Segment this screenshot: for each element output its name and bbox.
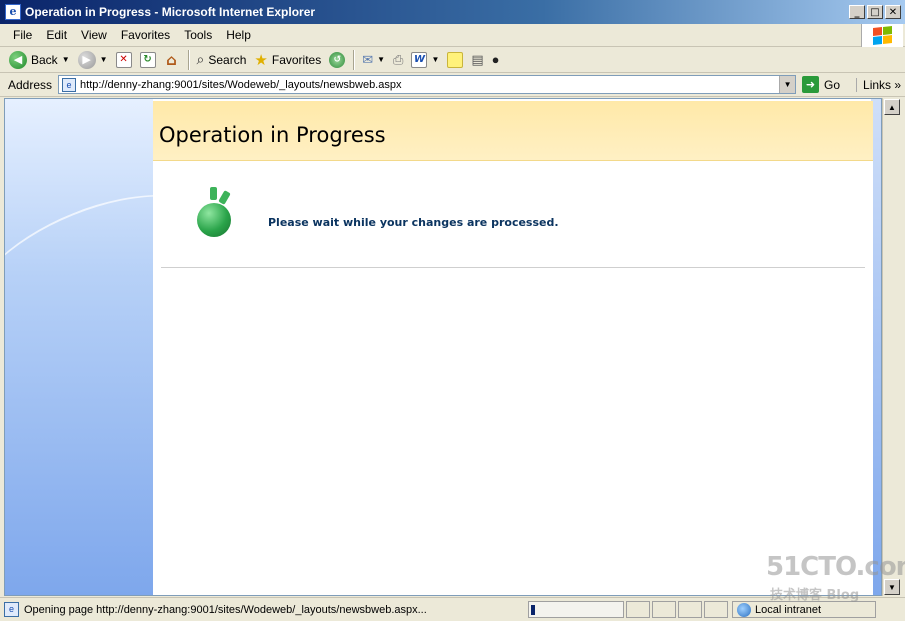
favorites-button[interactable]: ★ Favorites (251, 49, 324, 71)
mail-button[interactable]: ✉ ▼ (359, 50, 388, 70)
globe-icon (737, 602, 751, 617)
home-button[interactable]: ⌂ (161, 50, 183, 70)
progress-spinner-icon (193, 185, 237, 241)
mail-dropdown-icon[interactable]: ▼ (377, 55, 385, 64)
address-url[interactable]: http://denny-zhang:9001/sites/Wodeweb/_l… (80, 79, 401, 91)
go-arrow-icon: ➜ (802, 76, 820, 93)
window-title: Operation in Progress - Microsoft Intern… (25, 5, 316, 19)
menu-bar: File Edit View Favorites Tools Help (0, 24, 905, 47)
print-button[interactable]: ⎙ (390, 50, 406, 70)
status-progress-bar (528, 601, 624, 618)
mail-icon: ✉ (362, 51, 374, 67)
search-button[interactable]: ⌕ Search (194, 49, 250, 70)
toolbar-separator (187, 49, 189, 70)
print-icon: ⎙ (393, 51, 404, 67)
page-content: Please wait while your changes are proce… (153, 161, 873, 595)
stop-icon: ✕ (115, 51, 132, 68)
status-cell (704, 601, 728, 618)
history-icon: ↺ (329, 51, 346, 68)
home-icon: ⌂ (166, 50, 177, 69)
back-dropdown-icon[interactable]: ▼ (62, 55, 70, 64)
close-button[interactable]: ✕ (885, 5, 901, 19)
star-icon: ★ (254, 51, 268, 69)
edit-word-button[interactable]: W ▼ (408, 50, 442, 70)
stop-button[interactable]: ✕ (113, 50, 135, 70)
refresh-icon: ↻ (139, 51, 156, 68)
menu-help[interactable]: Help (219, 26, 258, 44)
history-button[interactable]: ↺ (326, 50, 348, 70)
address-input[interactable]: e http://denny-zhang:9001/sites/Wodeweb/… (58, 75, 797, 94)
scroll-up-button[interactable]: ▲ (884, 99, 900, 115)
address-label: Address (8, 77, 53, 92)
links-label: Links (863, 77, 892, 92)
research-button[interactable]: ▤ (468, 50, 486, 70)
refresh-button[interactable]: ↻ (137, 50, 159, 70)
favorites-label: Favorites (271, 52, 322, 67)
watermark-subtitle: 技术博客 Blog (770, 588, 860, 603)
menu-edit[interactable]: Edit (39, 26, 74, 44)
address-bar: Address e http://denny-zhang:9001/sites/… (0, 73, 905, 97)
forward-arrow-icon: ▶ (77, 50, 96, 69)
back-label: Back (31, 52, 58, 67)
status-text: Opening page http://denny-zhang:9001/sit… (24, 603, 427, 616)
security-zone[interactable]: Local intranet (732, 601, 876, 618)
menu-view[interactable]: View (74, 26, 114, 44)
left-decorative-panel (5, 99, 153, 595)
go-button[interactable]: ➜ Go (802, 76, 840, 93)
address-dropdown-icon[interactable]: ▼ (779, 76, 796, 93)
menu-file[interactable]: File (6, 26, 39, 44)
research-icon: ▤ (471, 51, 484, 67)
menu-tools[interactable]: Tools (177, 26, 219, 44)
vertical-scrollbar[interactable]: ▲ ▼ (882, 98, 900, 596)
ie-app-icon[interactable]: e (5, 4, 21, 20)
search-icon: ⌕ (196, 51, 205, 67)
word-icon: W (411, 51, 428, 68)
title-bar: e Operation in Progress - Microsoft Inte… (0, 0, 905, 24)
status-cell (626, 601, 650, 618)
minimize-button[interactable]: _ (849, 5, 865, 19)
content-divider (161, 267, 865, 268)
status-page-icon: e (4, 602, 19, 617)
back-button[interactable]: ◀ Back ▼ (6, 49, 73, 71)
back-arrow-icon: ◀ (9, 50, 27, 69)
search-label: Search (208, 52, 247, 67)
windows-logo-icon (861, 24, 903, 47)
page-viewport: Operation in Progress Please wait while … (4, 98, 882, 596)
zone-label: Local intranet (755, 603, 822, 616)
toolbar-separator (353, 49, 355, 70)
links-button[interactable]: Links » (856, 77, 901, 92)
penguin-icon: ● (491, 52, 500, 67)
page-icon: e (62, 77, 77, 92)
messenger-button[interactable]: ● (489, 50, 503, 69)
edit-dropdown-icon[interactable]: ▼ (431, 55, 439, 64)
go-label: Go (824, 77, 841, 92)
forward-button[interactable]: ▶ ▼ (75, 49, 111, 71)
status-cell (652, 601, 676, 618)
menu-favorites[interactable]: Favorites (114, 26, 177, 44)
standard-toolbar: ◀ Back ▼ ▶ ▼ ✕ ↻ ⌂ ⌕ Search ★ Favorites … (0, 47, 905, 73)
maximize-button[interactable]: □ (867, 5, 883, 19)
window-controls: _ □ ✕ (849, 5, 901, 19)
wait-message: Please wait while your changes are proce… (268, 216, 559, 229)
page-title: Operation in Progress (159, 123, 386, 147)
forward-dropdown-icon[interactable]: ▼ (100, 55, 108, 64)
note-button[interactable] (444, 50, 466, 70)
page-header: Operation in Progress (153, 101, 873, 161)
watermark-logo: 51CTO.com (766, 552, 905, 582)
sticky-note-icon (447, 51, 464, 68)
status-cell (678, 601, 702, 618)
